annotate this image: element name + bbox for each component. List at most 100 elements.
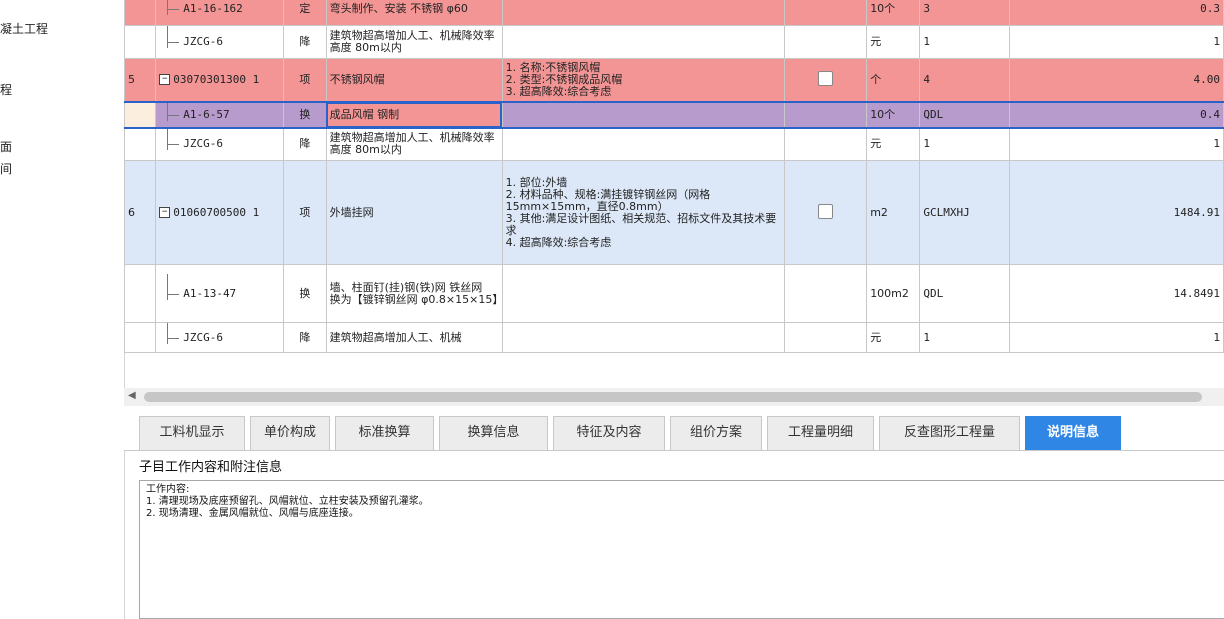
sidebar-item-3[interactable]: 面	[0, 138, 12, 155]
horizontal-scrollbar[interactable]: ◀	[124, 388, 1224, 406]
name-cell[interactable]: 弯头制作、安装 不锈钢 φ60	[325, 0, 503, 26]
name-text: 墙、柱面钉(挂)钢(铁)网 铁丝网 换为【镀锌钢丝网 φ0.8×15×15】	[329, 280, 503, 306]
table-row[interactable]: JZCG-6 降 建筑物超高增加人工、机械 元 1 1	[124, 322, 1224, 353]
quantity-expression-cell[interactable]: 1	[919, 322, 1010, 353]
tab-7[interactable]: 反查图形工程量	[879, 416, 1020, 450]
code-cell[interactable]: JZCG-6	[155, 127, 285, 161]
feature-cell[interactable]	[501, 100, 785, 129]
code-cell[interactable]: JZCG-6	[155, 322, 285, 353]
table-row[interactable]: 6 −01060700500 1 项 外墙挂网 1. 部位:外墙 2. 材料品种、规格:…	[124, 160, 1224, 265]
category-cell: 降	[283, 25, 327, 59]
row-checkbox[interactable]	[817, 70, 833, 86]
sidebar-item-4[interactable]: 间	[0, 160, 12, 177]
tab-1[interactable]: 单价构成	[250, 416, 330, 450]
quantity-text: 1	[923, 330, 931, 344]
quantity-value-cell: 1484.91	[1008, 160, 1224, 265]
tab-0[interactable]: 工料机显示	[139, 416, 245, 450]
tab-3[interactable]: 换算信息	[439, 416, 548, 450]
category-text: 降	[299, 137, 311, 151]
bill-grid: A1-16-162 定弯头制作、安装 不锈钢 φ60 10个 3 0.3 JZCG-6 降建…	[124, 0, 1224, 388]
quantity-text: 4	[923, 72, 931, 86]
feature-text: 1. 部位:外墙 2. 材料品种、规格:满挂镀锌钢丝网（网格15mm×15mm，…	[505, 175, 777, 249]
feature-cell[interactable]: 1. 部位:外墙 2. 材料品种、规格:满挂镀锌钢丝网（网格15mm×15mm，…	[501, 160, 785, 265]
collapse-icon[interactable]: −	[159, 74, 171, 86]
feature-cell[interactable]	[501, 127, 785, 161]
collapse-icon[interactable]: −	[159, 207, 171, 218]
unit-cell: 10个	[866, 100, 921, 129]
table-row[interactable]: A1-6-57 换 成品风帽 钢制 10个 QDL 0.4	[124, 100, 1224, 129]
table-row[interactable]: A1-16-162 定 弯头制作、安装 不锈钢 φ60 10个 3 0.3	[124, 0, 1224, 26]
category-text: 降	[299, 330, 311, 344]
code-cell[interactable]: A1-13-47	[155, 264, 285, 323]
work-content-textbox[interactable]: 工作内容: 1. 清理现场及底座预留孔、风帽就位、立柱安装及预留孔灌浆。 2. 现场…	[139, 480, 1224, 619]
quantity-expression-cell[interactable]: 3	[919, 0, 1010, 26]
tree-line	[167, 323, 169, 344]
feature-cell[interactable]	[501, 264, 785, 323]
code-text: A1-13-47	[183, 286, 237, 300]
name-text: 建筑物超高增加人工、机械降效率 高度 80m以内	[329, 131, 495, 157]
row-index	[124, 25, 157, 59]
quantity-expression-cell[interactable]: GCLMXHJ	[919, 160, 1010, 265]
quantity-value-cell: 0.4	[1008, 100, 1224, 129]
name-cell[interactable]: 成品风帽 钢制	[325, 100, 503, 129]
code-cell[interactable]: A1-6-57	[155, 100, 285, 129]
tree-node: A1-16-162	[159, 0, 280, 15]
name-text: 建筑物超高增加人工、机械降效率 高度 80m以内	[329, 29, 495, 54]
scrollbar-thumb[interactable]	[144, 392, 1202, 402]
code-cell[interactable]: JZCG-6	[155, 25, 285, 59]
scroll-left-icon[interactable]: ◀	[128, 390, 136, 401]
row-checkbox[interactable]	[817, 203, 833, 219]
feature-cell[interactable]	[501, 322, 785, 353]
code-cell[interactable]: −03070301300 1	[155, 58, 285, 102]
tab-5[interactable]: 组价方案	[670, 416, 762, 450]
row-index-text: 5	[128, 72, 135, 86]
quantity-expression-cell[interactable]: QDL	[919, 100, 1010, 129]
tree-node: JZCG-6	[159, 323, 280, 344]
checkbox-cell[interactable]	[783, 0, 868, 26]
tab-4[interactable]: 特征及内容	[553, 416, 665, 450]
unit-text: 元	[870, 137, 882, 151]
quantity-expression-cell[interactable]: 4	[919, 58, 1010, 102]
tab-8[interactable]: 说明信息	[1025, 416, 1121, 450]
name-cell[interactable]: 建筑物超高增加人工、机械降效率 高度 80m以内	[325, 25, 503, 59]
checkbox-cell[interactable]	[783, 100, 868, 129]
tab-6[interactable]: 工程量明细	[767, 416, 874, 450]
feature-cell[interactable]: 1. 名称:不锈钢风帽 2. 类型:不锈钢成品风帽 3. 超高降效:综合考虑	[501, 58, 785, 102]
checkbox-cell[interactable]	[783, 264, 868, 323]
quantity-value-cell: 1	[1008, 322, 1224, 353]
quantity-expression-cell[interactable]: QDL	[919, 264, 1010, 323]
row-index: 6	[124, 160, 157, 265]
tab-2[interactable]: 标准换算	[335, 416, 434, 450]
checkbox-cell[interactable]	[783, 160, 868, 265]
row-index	[124, 127, 157, 161]
checkbox-cell[interactable]	[783, 127, 868, 161]
name-cell[interactable]: 建筑物超高增加人工、机械降效率 高度 80m以内	[325, 127, 503, 161]
sidebar-item-2[interactable]: 程	[0, 81, 12, 98]
sidebar-item-concrete[interactable]: 凝土工程	[0, 20, 48, 37]
table-row[interactable]: JZCG-6 降 建筑物超高增加人工、机械降效率 高度 80m以内 元 1 1	[124, 25, 1224, 59]
tree-node: −01060700500 1	[159, 206, 280, 219]
value-text: 1	[1213, 35, 1220, 48]
tree-node: −03070301300 1	[159, 73, 280, 86]
table-row[interactable]: JZCG-6 降 建筑物超高增加人工、机械降效率 高度 80m以内 元 1 1	[124, 127, 1224, 161]
code-cell[interactable]: A1-16-162	[155, 0, 285, 26]
name-cell[interactable]: 外墙挂网	[325, 160, 503, 265]
checkbox-cell[interactable]	[783, 322, 868, 353]
name-cell[interactable]: 建筑物超高增加人工、机械	[325, 322, 503, 353]
unit-text: 10个	[870, 107, 896, 121]
feature-cell[interactable]	[501, 0, 785, 26]
quantity-text: QDL	[923, 286, 944, 300]
quantity-expression-cell[interactable]: 1	[919, 127, 1010, 161]
quantity-expression-cell[interactable]: 1	[919, 25, 1010, 59]
code-cell[interactable]: −01060700500 1	[155, 160, 285, 265]
table-row[interactable]: 5 −03070301300 1 项 不锈钢风帽 1. 名称:不锈钢风帽 2. 类型:不…	[124, 58, 1224, 102]
name-cell[interactable]: 不锈钢风帽	[325, 58, 503, 102]
table-row[interactable]: A1-13-47 换 墙、柱面钉(挂)钢(铁)网 铁丝网 换为【镀锌钢丝网 φ0.8…	[124, 264, 1224, 323]
checkbox-cell[interactable]	[783, 58, 868, 102]
tree-branch	[167, 114, 180, 116]
tree-branch	[167, 293, 180, 295]
work-content-line: 1. 清理现场及底座预留孔、风帽就位、立柱安装及预留孔灌浆。	[146, 496, 429, 507]
name-cell[interactable]: 墙、柱面钉(挂)钢(铁)网 铁丝网 换为【镀锌钢丝网 φ0.8×15×15】	[325, 264, 503, 323]
checkbox-cell[interactable]	[783, 25, 868, 59]
feature-cell[interactable]	[501, 25, 785, 59]
